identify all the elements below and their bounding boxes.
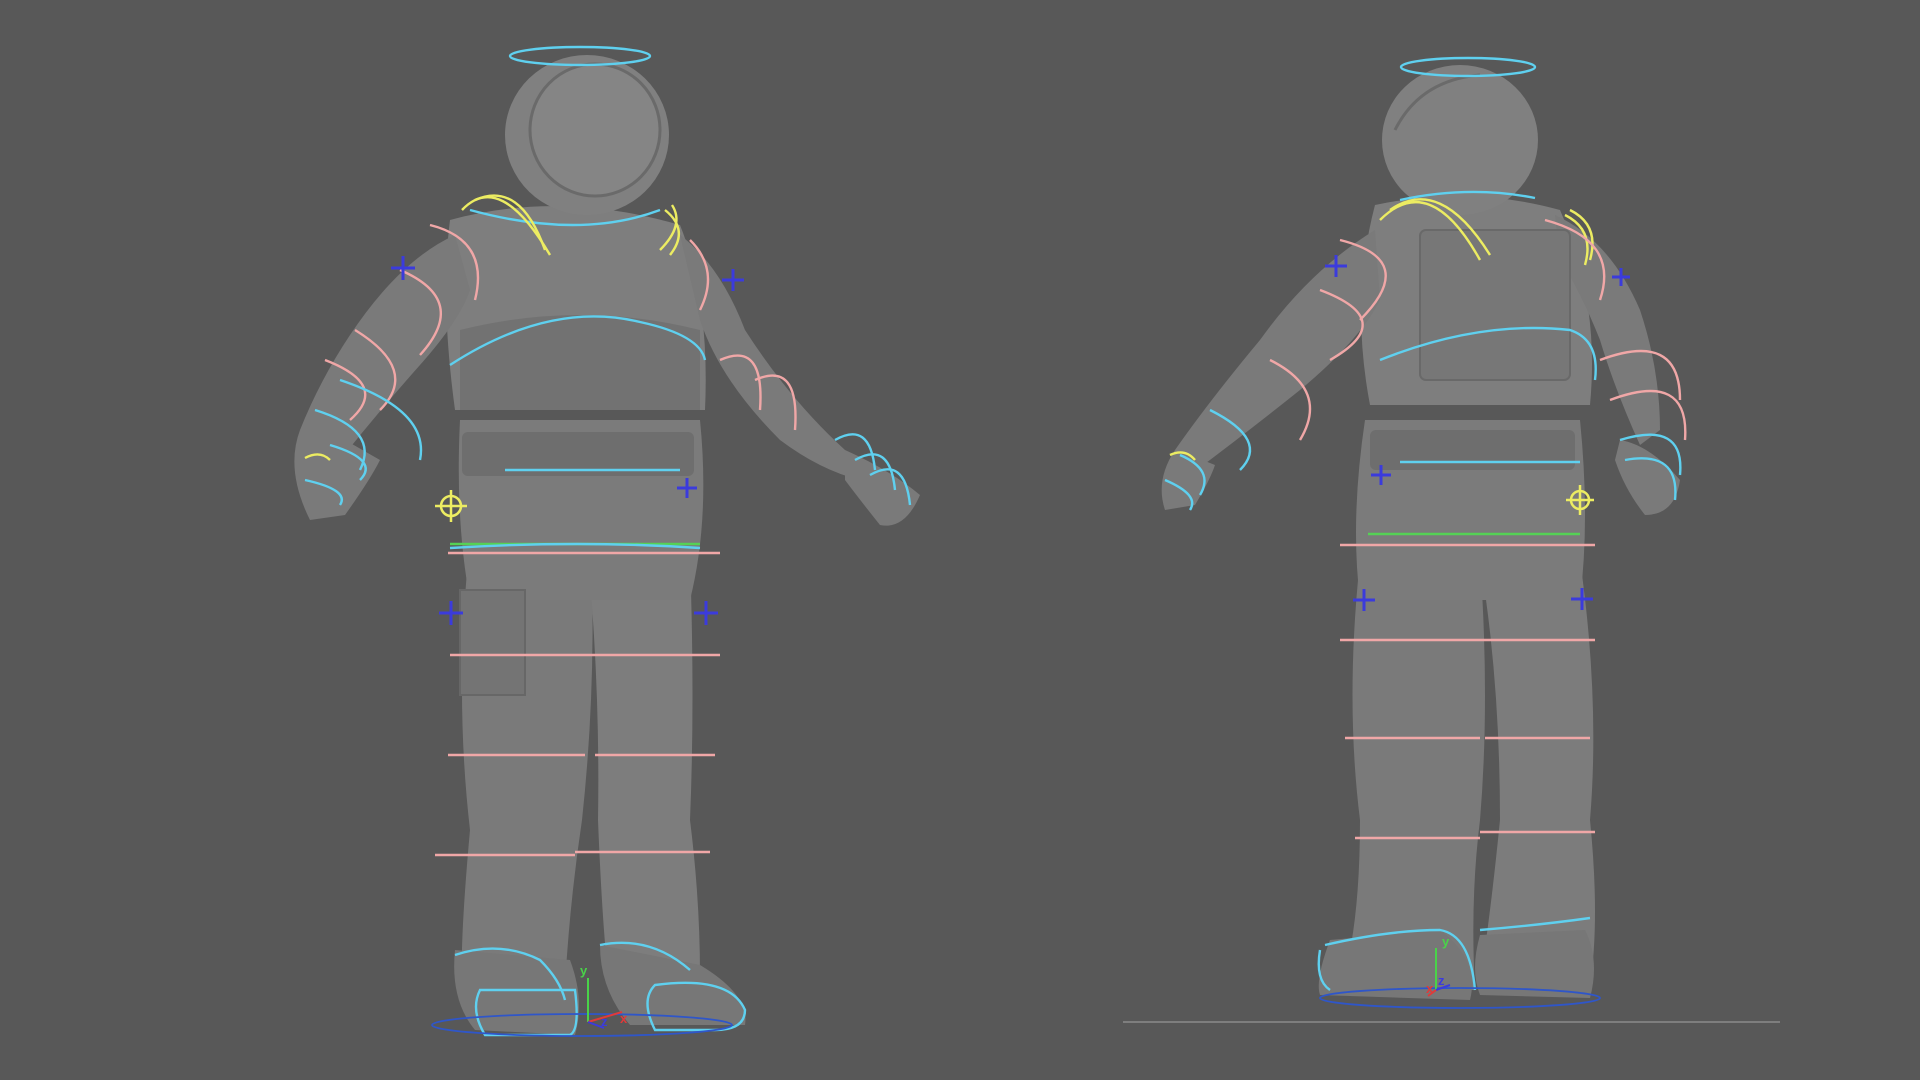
astronaut-back-view[interactable] [1161, 65, 1680, 1000]
right-hand[interactable] [845, 450, 920, 526]
backpack-panel [1419, 229, 1571, 381]
back-right-leg[interactable] [1480, 560, 1595, 985]
left-arm[interactable] [300, 235, 470, 460]
maya-viewport[interactable]: y z x y z x [0, 0, 1920, 1080]
gizmo-x-label: x [620, 1011, 628, 1026]
left-boot[interactable] [454, 950, 579, 1035]
helmet-visor [528, 62, 662, 198]
right-leg[interactable] [590, 560, 700, 975]
thigh-pocket [459, 589, 526, 696]
svg-text:y: y [1442, 934, 1450, 949]
gizmo-z-label: z [601, 1014, 608, 1029]
left-hand[interactable] [294, 430, 380, 520]
svg-text:z: z [1438, 973, 1445, 988]
back-left-arm[interactable] [1175, 230, 1380, 475]
svg-text:x: x [1426, 981, 1434, 996]
back-right-hand[interactable] [1615, 440, 1680, 515]
back-left-leg[interactable] [1340, 560, 1485, 990]
back-belt[interactable] [1370, 430, 1575, 470]
gizmo-y-label: y [580, 963, 588, 978]
pole-vector-locator-icon[interactable] [722, 269, 744, 291]
viewport-canvas[interactable]: y z x y z x [0, 0, 1920, 1080]
pole-vector-locator-icon[interactable] [694, 601, 718, 625]
